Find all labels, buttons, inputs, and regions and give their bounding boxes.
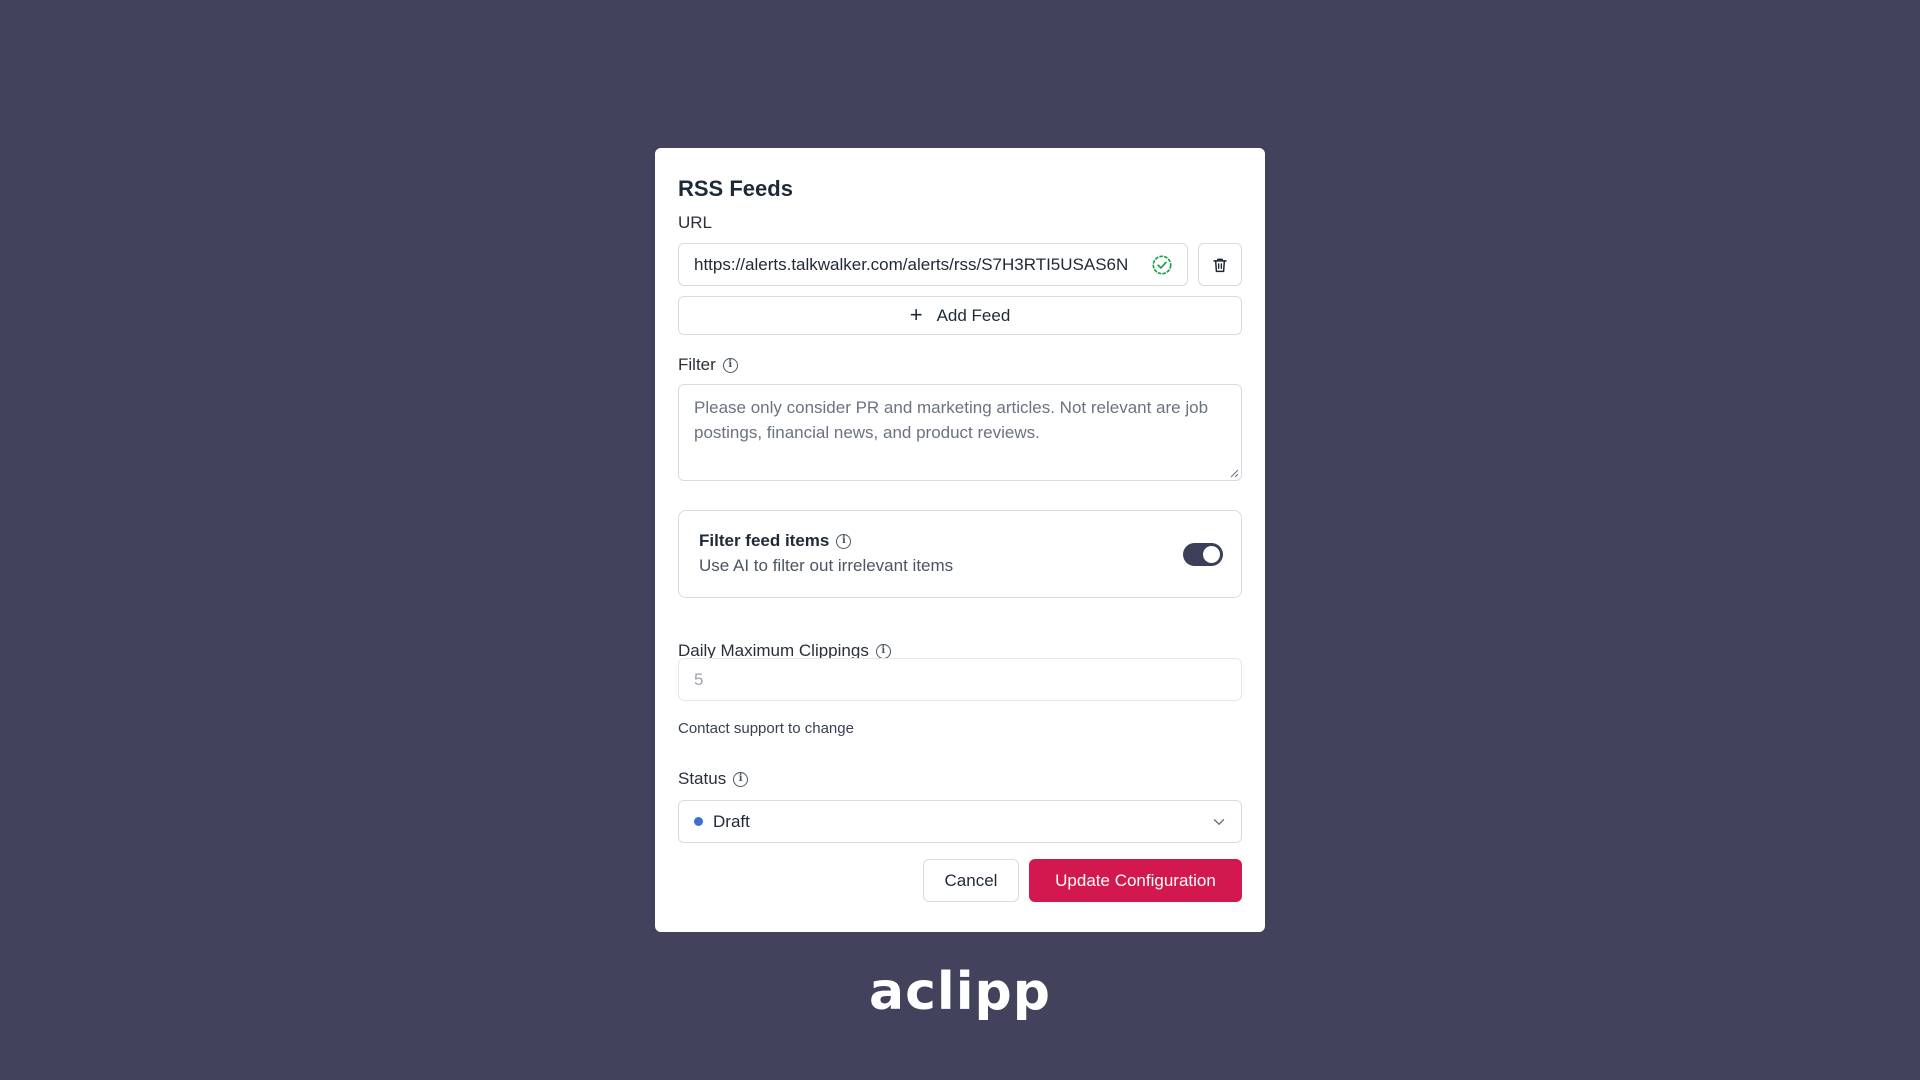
- filter-placeholder: Please only consider PR and marketing ar…: [694, 398, 1209, 442]
- chevron-down-icon: [1213, 818, 1225, 825]
- modal-title: RSS Feeds: [678, 176, 793, 201]
- cancel-button[interactable]: Cancel: [923, 859, 1019, 902]
- filter-textarea[interactable]: Please only consider PR and marketing ar…: [678, 384, 1242, 481]
- daily-max-clippings-value: 5: [694, 669, 704, 689]
- url-input[interactable]: https://alerts.talkwalker.com/alerts/rss…: [678, 243, 1188, 286]
- status-select[interactable]: Draft: [678, 800, 1242, 843]
- url-label: URL: [678, 213, 712, 233]
- toggle-subtitle: Use AI to filter out irrelevant items: [699, 556, 954, 575]
- delete-feed-button[interactable]: [1198, 243, 1242, 286]
- status-dot: [694, 817, 703, 826]
- info-icon[interactable]: i: [733, 771, 749, 787]
- resize-handle-icon[interactable]: [1229, 468, 1239, 478]
- info-icon[interactable]: i: [875, 643, 891, 659]
- status-label: Status i: [678, 769, 749, 789]
- add-feed-button[interactable]: + Add Feed: [678, 296, 1242, 335]
- rss-feeds-modal: RSS Feeds URL https://alerts.talkwalker.…: [655, 148, 1265, 932]
- check-circle-icon: [1152, 254, 1172, 275]
- plus-icon: +: [909, 301, 923, 327]
- info-icon[interactable]: i: [836, 533, 852, 549]
- add-feed-label: Add Feed: [936, 305, 1011, 325]
- toggle-title-text: Filter feed items: [699, 531, 830, 550]
- status-label-text: Status: [678, 769, 727, 788]
- update-configuration-button[interactable]: Update Configuration: [1029, 859, 1242, 902]
- help-text: Contact support to change: [678, 720, 854, 737]
- url-label-text: URL: [678, 213, 713, 232]
- daily-max-clippings-input: 5: [678, 658, 1242, 701]
- toggle-knob: [1203, 546, 1220, 563]
- filter-feed-items-toggle[interactable]: [1183, 543, 1223, 566]
- toggle-title: Filter feed items i: [699, 531, 852, 551]
- aclipp-logo: aclipp: [868, 962, 1051, 1022]
- url-input-value: https://alerts.talkwalker.com/alerts/rss…: [694, 254, 1129, 274]
- status-selected-value: Draft: [713, 811, 750, 831]
- filter-label: Filter i: [678, 355, 738, 375]
- filter-label-text: Filter: [678, 355, 716, 374]
- trash-icon: [1213, 258, 1227, 272]
- filter-feed-items-card: Filter feed items i Use AI to filter out…: [678, 510, 1242, 598]
- info-icon[interactable]: i: [722, 357, 738, 373]
